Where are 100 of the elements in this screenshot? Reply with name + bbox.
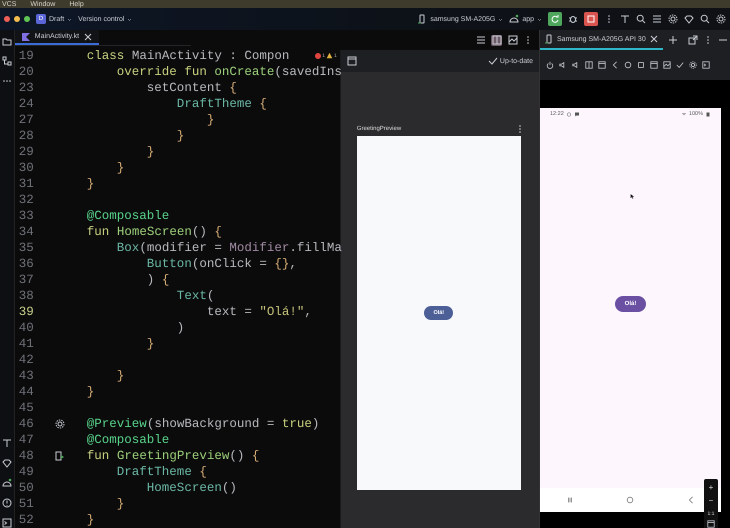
- code-line: }: [86, 177, 94, 191]
- lines-icon: [476, 35, 486, 45]
- code-line: @Composable: [86, 209, 170, 223]
- text-icon[interactable]: [2, 438, 12, 448]
- battery-icon: [705, 112, 711, 116]
- code-line: fun GreetingPreview() {: [86, 449, 260, 463]
- diamond-icon[interactable]: [684, 14, 694, 24]
- check-icon[interactable]: [676, 61, 684, 69]
- run-preview-icon[interactable]: [54, 451, 65, 461]
- code-line: }: [206, 113, 214, 127]
- diamond-icon[interactable]: [2, 458, 12, 468]
- line-number: 51: [18, 497, 35, 511]
- image-icon: [508, 35, 518, 45]
- code-line: }: [146, 337, 154, 351]
- line-number: 20: [18, 65, 35, 79]
- gear-icon[interactable]: [689, 61, 697, 69]
- close-icon[interactable]: [648, 34, 659, 44]
- bug-icon[interactable]: [568, 14, 578, 24]
- gear-icon[interactable]: [668, 14, 678, 24]
- code-line: }: [116, 161, 124, 175]
- code-line: @Composable: [86, 433, 170, 447]
- zoom-in-button[interactable]: +: [708, 481, 714, 494]
- rerun-button[interactable]: [548, 12, 562, 26]
- settings-icon[interactable]: [716, 14, 726, 24]
- search-icon[interactable]: [636, 14, 646, 24]
- back-icon[interactable]: [611, 61, 619, 69]
- code-line: override fun onCreate(savedIns: [116, 65, 342, 79]
- code-line: Button(onClick = {},: [146, 257, 297, 271]
- panel-icon[interactable]: [598, 61, 606, 69]
- add-icon[interactable]: [668, 35, 678, 45]
- back-icon[interactable]: [686, 496, 695, 504]
- gear-icon[interactable]: [54, 419, 65, 429]
- line-number: 52: [18, 513, 35, 527]
- wifi-icon: [680, 112, 687, 116]
- code-view-button[interactable]: [475, 34, 486, 46]
- external-icon[interactable]: [688, 35, 698, 45]
- home-icon[interactable]: [626, 496, 634, 504]
- code-line: ): [176, 321, 184, 335]
- code-line: text = "Olá!",: [206, 305, 312, 319]
- phone-icon: [417, 14, 428, 24]
- panel-icon[interactable]: [346, 56, 357, 66]
- line-number: 19: [18, 49, 35, 63]
- chat-icon: [574, 112, 580, 116]
- line-number: 38: [18, 289, 35, 303]
- panel-icon[interactable]: [650, 61, 658, 69]
- line-number: 23: [18, 81, 35, 95]
- line-number: 24: [18, 97, 35, 111]
- line-number: 41: [18, 337, 35, 351]
- square-icon[interactable]: [637, 61, 645, 69]
- phone-icon: [544, 34, 554, 44]
- zoom-out-button[interactable]: −: [708, 494, 714, 507]
- stop-button[interactable]: [584, 12, 598, 26]
- code-line: Text(: [176, 289, 214, 303]
- code-line: }: [116, 369, 124, 383]
- minimize-button[interactable]: [14, 16, 20, 22]
- line-number: 44: [18, 385, 35, 399]
- close-icon[interactable]: [83, 32, 94, 42]
- line-number: 47: [18, 433, 35, 447]
- code-line: }: [86, 513, 94, 527]
- lines-icon[interactable]: [652, 14, 662, 24]
- code-line: setContent {: [146, 81, 237, 95]
- design-view-button[interactable]: [507, 34, 518, 46]
- error-icon: [315, 52, 322, 58]
- line-number: 34: [18, 225, 35, 239]
- alert-icon[interactable]: [2, 498, 12, 508]
- pointer-icon: [630, 192, 636, 201]
- line-number: 45: [18, 401, 35, 415]
- power-icon[interactable]: [546, 61, 554, 69]
- code-line: HomeScreen(): [146, 481, 237, 495]
- line-number: 32: [18, 193, 35, 207]
- split-view-button[interactable]: [491, 34, 502, 46]
- line-number: 31: [18, 177, 35, 191]
- line-number: 43: [18, 369, 35, 383]
- line-number: 50: [18, 481, 35, 495]
- code-line: Box(modifier = Modifier.fillMa: [116, 241, 342, 255]
- line-number: 33: [18, 209, 35, 223]
- code-line: fun HomeScreen() {: [86, 225, 222, 239]
- structure-icon[interactable]: [2, 56, 12, 66]
- search-icon[interactable]: [700, 14, 710, 24]
- code-line: @Preview(showBackground = true): [86, 417, 320, 431]
- warning-icon: [326, 52, 334, 59]
- code-line: class MainActivity : Compon: [86, 49, 290, 63]
- recents-icon[interactable]: [566, 496, 574, 504]
- terminal-icon[interactable]: [2, 518, 12, 528]
- zoom-button[interactable]: [24, 16, 30, 22]
- line-number: 36: [18, 257, 35, 271]
- code-line: DraftTheme {: [176, 97, 267, 111]
- text-icon[interactable]: [620, 14, 630, 24]
- code-line: }: [86, 385, 94, 399]
- stop-icon: [586, 14, 596, 24]
- folder-icon[interactable]: [2, 36, 12, 46]
- check-icon: [488, 56, 498, 66]
- home-icon[interactable]: [624, 61, 632, 69]
- code-line: }: [146, 145, 154, 159]
- code-line: }: [116, 497, 124, 511]
- line-number: 28: [18, 129, 35, 143]
- close-button[interactable]: [4, 16, 10, 22]
- split-icon: [492, 35, 502, 45]
- terminal-icon[interactable]: [702, 61, 710, 69]
- line-number: 30: [18, 161, 35, 175]
